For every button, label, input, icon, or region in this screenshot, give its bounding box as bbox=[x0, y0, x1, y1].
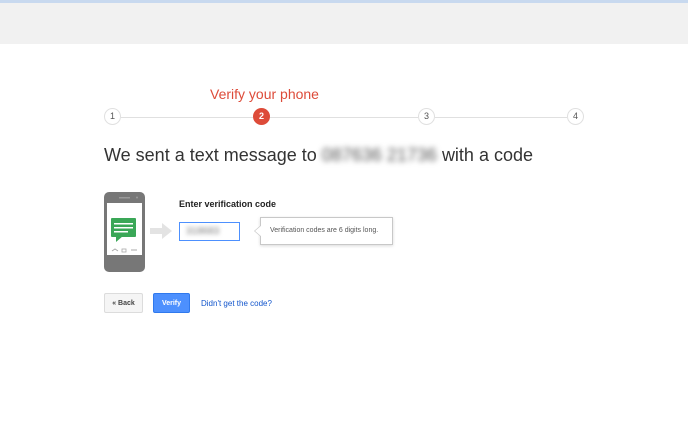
verification-code-value: 318683 bbox=[186, 226, 220, 237]
heading-prefix: We sent a text message to bbox=[104, 145, 317, 165]
page-header-bar bbox=[0, 3, 688, 44]
resend-code-link[interactable]: Didn't get the code? bbox=[201, 299, 272, 308]
tooltip-pointer-fill bbox=[255, 225, 262, 237]
step-title: Verify your phone bbox=[210, 86, 319, 102]
verify-button[interactable]: Verify bbox=[153, 293, 190, 313]
step-4-indicator: 4 bbox=[567, 108, 584, 125]
arrow-right-icon bbox=[150, 223, 172, 239]
phone-message-icon bbox=[104, 192, 145, 272]
verification-code-input[interactable]: 318683 bbox=[179, 222, 240, 241]
step-1-indicator: 1 bbox=[104, 108, 121, 125]
code-field-label: Enter verification code bbox=[179, 199, 277, 209]
step-3-indicator: 3 bbox=[418, 108, 435, 125]
progress-line bbox=[121, 117, 253, 118]
progress-line bbox=[435, 117, 567, 118]
tooltip-text: Verification codes are 6 digits long. bbox=[270, 227, 379, 234]
phone-number: 087636 21736 bbox=[321, 145, 437, 165]
page-heading: We sent a text message to 087636 21736 w… bbox=[104, 145, 533, 166]
code-format-tooltip: Verification codes are 6 digits long. bbox=[254, 217, 393, 245]
back-button[interactable]: « Back bbox=[104, 293, 143, 313]
heading-suffix: with a code bbox=[441, 145, 533, 165]
step-2-indicator: 2 bbox=[253, 108, 270, 125]
progress-line bbox=[270, 117, 418, 118]
